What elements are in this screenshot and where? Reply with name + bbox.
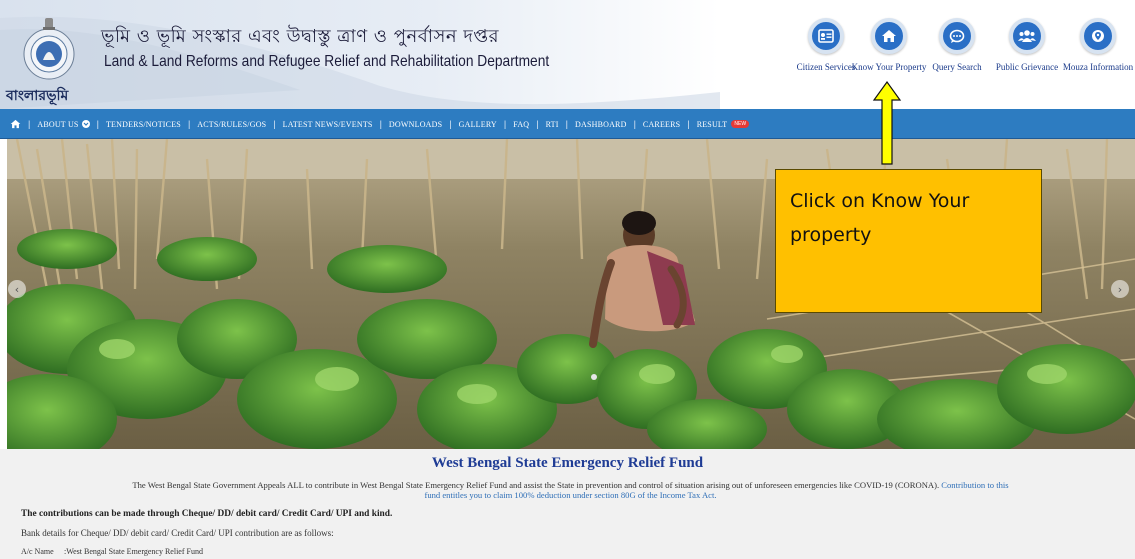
quick-link-label[interactable]: Public Grievance [992, 62, 1062, 72]
chevron-down-icon[interactable] [81, 120, 90, 128]
nav-separator: | [687, 119, 690, 129]
nav-gallery[interactable]: GALLERY [459, 120, 497, 129]
slider-prev-arrow-icon[interactable]: ‹ [8, 280, 26, 298]
slider-next-arrow-icon[interactable]: › [1111, 280, 1129, 298]
nav-rti[interactable]: RTI [546, 120, 559, 129]
chat-icon[interactable] [939, 18, 975, 54]
quick-link-mouza-information[interactable]: Mouza Information [1062, 18, 1134, 72]
nav-acts-rules-gos[interactable]: ACTS/RULES/GOS [197, 120, 266, 129]
new-badge: NEW [731, 120, 750, 128]
nav-separator: | [536, 119, 539, 129]
nav-faq[interactable]: FAQ [513, 120, 529, 129]
contribution-link-part-1[interactable]: Contribution to this [941, 480, 1008, 490]
nav-separator: | [503, 119, 507, 129]
quick-link-public-grievance[interactable]: Public Grievance [992, 18, 1062, 72]
nav-tenders-notices[interactable]: TENDERS/NOTICES [106, 120, 181, 129]
quick-link-citizen-services[interactable]: Citizen Services [796, 18, 856, 72]
quick-link-label[interactable]: Mouza Information [1062, 62, 1134, 72]
id-card-icon[interactable] [808, 18, 844, 54]
nav-latest-news-events[interactable]: LATEST NEWS/EVENTS [283, 120, 373, 129]
site-header: বাংলারভূমি ভূমি ও ভূমি সংস্কার এবং উদ্বা… [0, 0, 1135, 109]
appeal-text: The West Bengal State Government Appeals… [132, 480, 940, 490]
nav-downloads[interactable]: DOWNLOADS [389, 120, 442, 129]
nav-result[interactable]: RESULT [697, 120, 728, 129]
nav-dashboard[interactable]: DASHBOARD [575, 120, 627, 129]
nav-separator: | [273, 119, 276, 129]
quick-link-label[interactable]: Know Your Property [849, 62, 929, 72]
quick-link-label[interactable]: Query Search [925, 62, 989, 72]
quick-link-know-your-property[interactable]: Know Your Property [852, 18, 926, 72]
users-icon[interactable] [1009, 18, 1045, 54]
nav-separator: | [28, 119, 31, 129]
nav-about-us[interactable]: ABOUT US [37, 120, 78, 129]
callout-line-1: Click on Know Your [790, 190, 970, 212]
home-icon[interactable] [10, 119, 21, 129]
bank-details-intro: Bank details for Cheque/ DD/ debit card/… [21, 528, 334, 538]
nav-separator: | [96, 119, 99, 129]
annotation-arrow-icon [872, 80, 902, 165]
relief-fund-section: West Bengal State Emergency Relief Fund … [0, 449, 1135, 559]
account-name-label: A/c Name [21, 547, 54, 556]
nav-separator: | [379, 119, 382, 129]
instruction-callout: Click on Know Your property [775, 169, 1042, 313]
relief-fund-title: West Bengal State Emergency Relief Fund [431, 455, 704, 471]
account-name-value: :West Bengal State Emergency Relief Fund [64, 547, 203, 556]
main-navigation: | ABOUT US | TENDERS/NOTICES | ACTS/RULE… [0, 109, 1135, 139]
callout-line-2: property [790, 224, 872, 246]
quick-links-bar: Citizen Services Know Your Property Quer… [0, 18, 1135, 78]
location-icon[interactable] [1080, 18, 1116, 54]
appeal-paragraph: The West Bengal State Government Appeals… [18, 480, 1123, 500]
nav-separator: | [633, 119, 636, 129]
nav-careers[interactable]: CAREERS [643, 120, 680, 129]
nav-separator: | [449, 119, 452, 129]
brand-logo-text[interactable]: বাংলারভূমি [6, 84, 68, 108]
contribution-link-part-2[interactable]: fund entitles you to claim 100% deductio… [424, 490, 716, 500]
quick-link-query-search[interactable]: Query Search [925, 18, 989, 72]
contributions-methods: The contributions can be made through Ch… [21, 509, 393, 519]
nav-separator: | [187, 119, 191, 129]
home-icon[interactable] [871, 18, 907, 54]
account-name-row: A/c Name :West Bengal State Emergency Re… [21, 547, 203, 556]
nav-separator: | [565, 119, 568, 129]
